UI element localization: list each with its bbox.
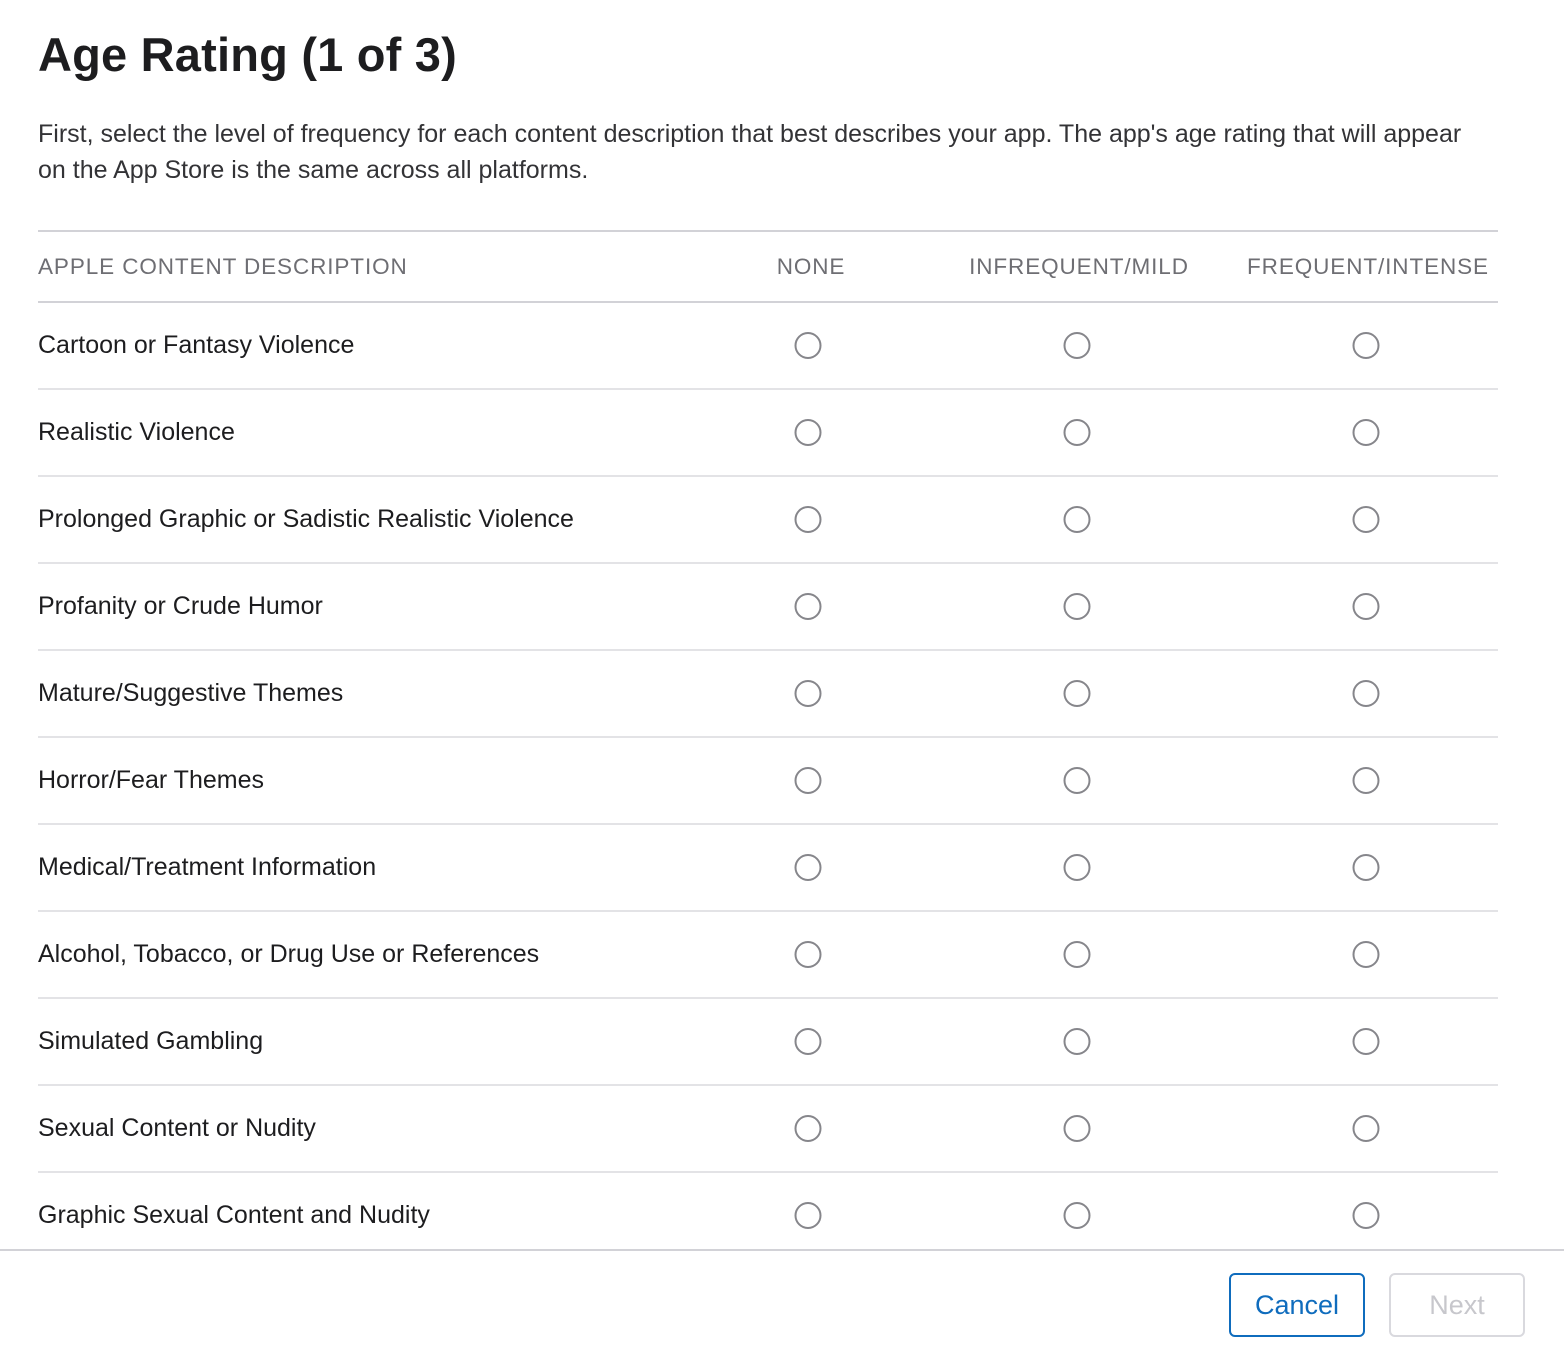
radio-none[interactable] [794, 505, 822, 533]
radio-intense[interactable] [1352, 766, 1380, 794]
content-description-label: Mature/Suggestive Themes [38, 679, 344, 707]
radio-none[interactable] [794, 679, 822, 707]
page-title: Age Rating (1 of 3) [38, 28, 457, 81]
radio-mild[interactable] [1063, 418, 1091, 446]
radio-mild[interactable] [1063, 766, 1091, 794]
dialog-footer: Cancel Next [0, 1249, 1564, 1354]
column-header-frequent-intense: FREQUENT/INTENSE [1247, 253, 1489, 279]
dialog-description: First, select the level of frequency for… [38, 120, 1462, 184]
cancel-button[interactable]: Cancel [1229, 1273, 1365, 1337]
content-description-label: Alcohol, Tobacco, or Drug Use or Referen… [38, 940, 540, 968]
column-header-description: APPLE CONTENT DESCRIPTION [38, 253, 408, 279]
radio-mild[interactable] [1063, 853, 1091, 881]
radio-none[interactable] [794, 853, 822, 881]
table-row: Prolonged Graphic or Sadistic Realistic … [38, 477, 1498, 564]
radio-none[interactable] [794, 592, 822, 620]
table-row: Medical/Treatment Information [38, 825, 1498, 912]
content-description-label: Realistic Violence [38, 418, 235, 446]
content-description-label: Profanity or Crude Humor [38, 592, 323, 620]
radio-none[interactable] [794, 766, 822, 794]
table-row: Cartoon or Fantasy Violence [38, 303, 1498, 390]
content-description-label: Prolonged Graphic or Sadistic Realistic … [38, 505, 574, 533]
table-row: Profanity or Crude Humor [38, 564, 1498, 651]
table-row: Mature/Suggestive Themes [38, 651, 1498, 738]
next-button[interactable]: Next [1389, 1273, 1525, 1337]
radio-none[interactable] [794, 1201, 822, 1229]
radio-none[interactable] [794, 940, 822, 968]
content-rating-table: APPLE CONTENT DESCRIPTION NONE INFREQUEN… [38, 230, 1498, 1260]
content-description-label: Graphic Sexual Content and Nudity [38, 1201, 430, 1229]
table-row: Sexual Content or Nudity [38, 1086, 1498, 1173]
radio-none[interactable] [794, 331, 822, 359]
radio-intense[interactable] [1352, 940, 1380, 968]
table-header-row: APPLE CONTENT DESCRIPTION NONE INFREQUEN… [38, 232, 1498, 303]
table-row: Graphic Sexual Content and Nudity [38, 1173, 1498, 1260]
radio-mild[interactable] [1063, 1201, 1091, 1229]
table-row: Simulated Gambling [38, 999, 1498, 1086]
table-row: Alcohol, Tobacco, or Drug Use or Referen… [38, 912, 1498, 999]
radio-intense[interactable] [1352, 505, 1380, 533]
radio-intense[interactable] [1352, 418, 1380, 446]
content-description-label: Sexual Content or Nudity [38, 1114, 316, 1142]
radio-intense[interactable] [1352, 1114, 1380, 1142]
radio-mild[interactable] [1063, 679, 1091, 707]
table-row: Realistic Violence [38, 390, 1498, 477]
radio-mild[interactable] [1063, 1114, 1091, 1142]
radio-intense[interactable] [1352, 1027, 1380, 1055]
column-header-infrequent-mild: INFREQUENT/MILD [969, 253, 1189, 279]
radio-mild[interactable] [1063, 505, 1091, 533]
content-description-label: Cartoon or Fantasy Violence [38, 331, 355, 359]
content-description-label: Simulated Gambling [38, 1027, 264, 1055]
radio-intense[interactable] [1352, 331, 1380, 359]
radio-intense[interactable] [1352, 853, 1380, 881]
radio-none[interactable] [794, 418, 822, 446]
radio-mild[interactable] [1063, 331, 1091, 359]
radio-intense[interactable] [1352, 1201, 1380, 1229]
radio-mild[interactable] [1063, 592, 1091, 620]
table-row: Horror/Fear Themes [38, 738, 1498, 825]
radio-none[interactable] [794, 1027, 822, 1055]
radio-intense[interactable] [1352, 592, 1380, 620]
table-body: Cartoon or Fantasy Violence Realistic Vio… [38, 303, 1498, 1260]
content-description-label: Medical/Treatment Information [38, 853, 377, 881]
column-header-none: NONE [776, 253, 846, 279]
radio-intense[interactable] [1352, 679, 1380, 707]
radio-mild[interactable] [1063, 1027, 1091, 1055]
radio-mild[interactable] [1063, 940, 1091, 968]
radio-none[interactable] [794, 1114, 822, 1142]
content-description-label: Horror/Fear Themes [38, 766, 264, 794]
